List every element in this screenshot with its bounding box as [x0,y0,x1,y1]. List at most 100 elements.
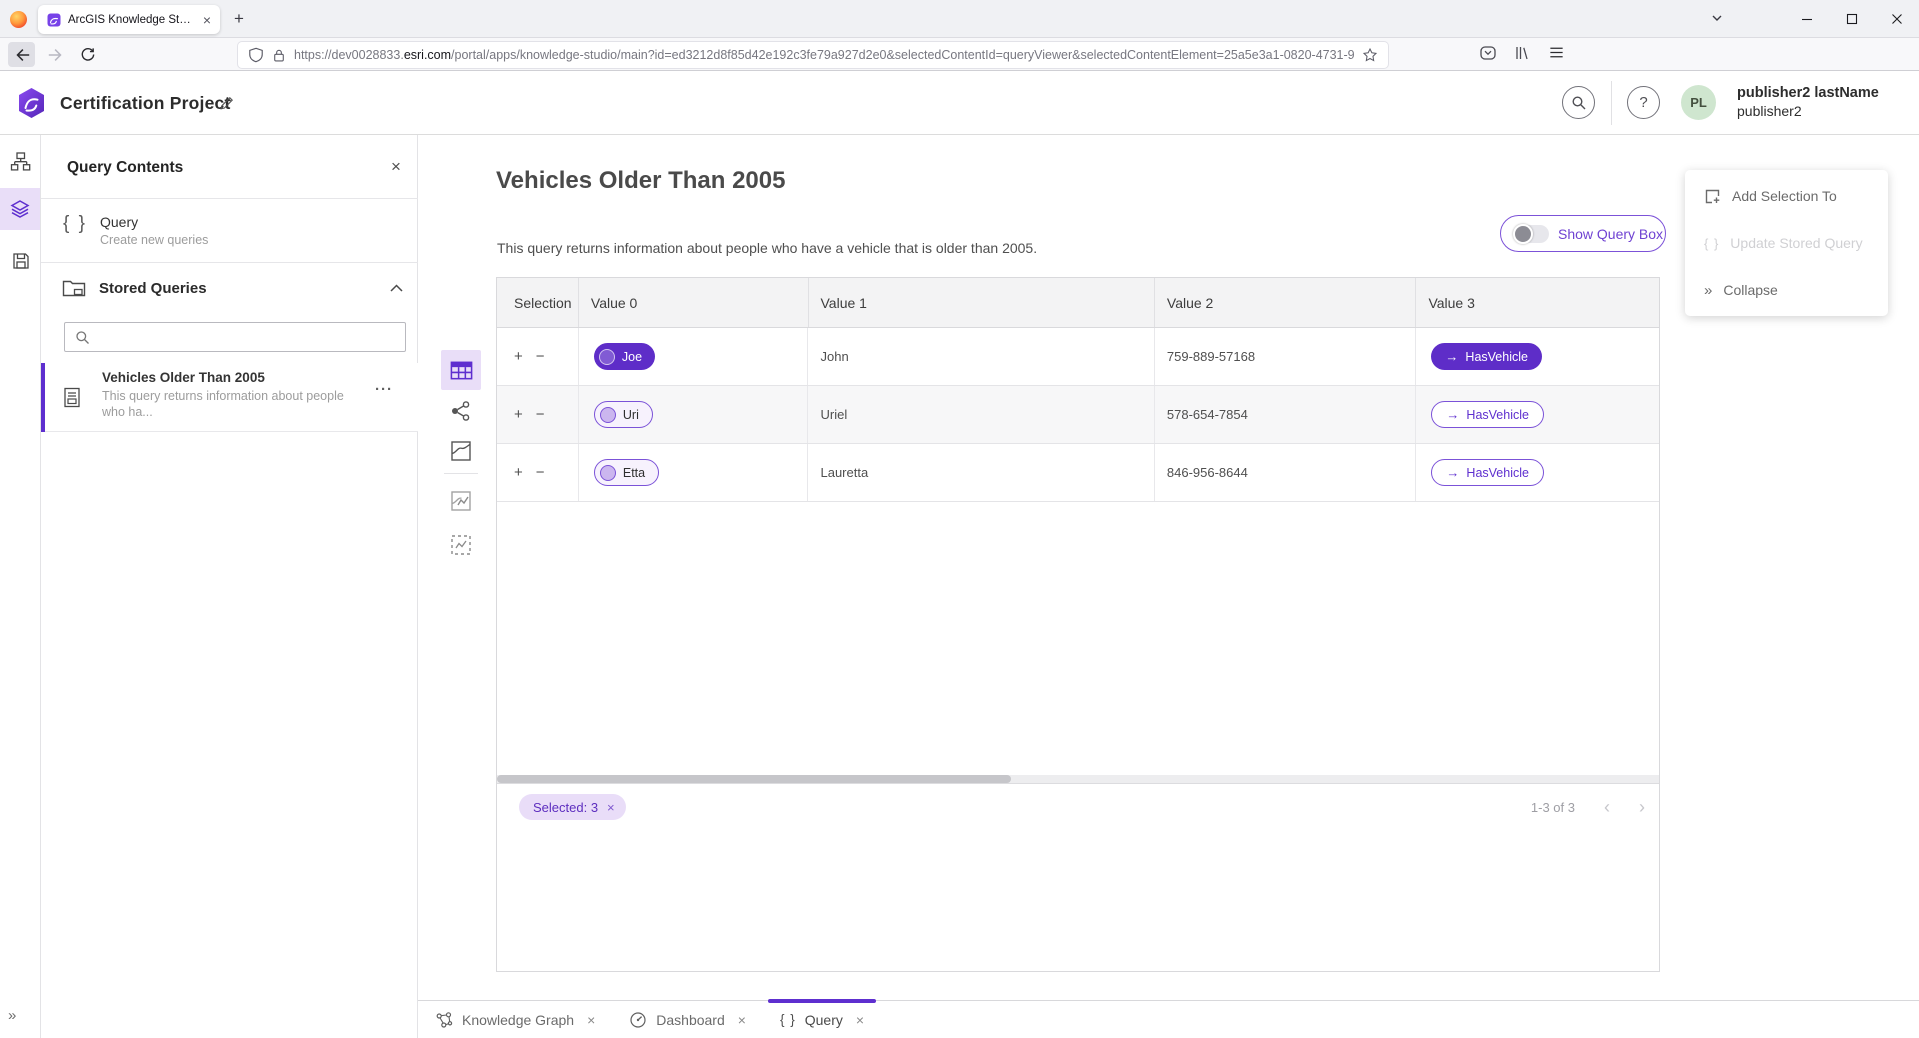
layers-tool-selected[interactable] [0,188,40,230]
tab-knowledge-graph[interactable]: Knowledge Graph × [418,1001,612,1038]
tab-close-icon[interactable]: × [738,1012,746,1028]
browser-navbar: https://dev0028833.esri.com/portal/apps/… [0,38,1919,71]
tab-close-icon[interactable]: × [203,13,211,27]
entity-chip[interactable]: Etta [594,459,659,486]
tab-close-icon[interactable]: × [856,1012,864,1028]
map-tool[interactable] [441,431,481,471]
previous-page-icon[interactable]: ‹ [1604,798,1610,816]
column-header-value3[interactable]: Value 3 [1416,278,1659,327]
table-row: +− Joe John 759-889-57168 →HasVehicle [497,328,1659,386]
forward-button[interactable] [42,42,69,67]
remove-from-selection-button[interactable]: − [536,465,545,480]
window-maximize-button[interactable] [1829,0,1874,37]
page-subtitle: This query returns information about peo… [497,240,1037,256]
show-query-box-toggle[interactable]: Show Query Box [1500,215,1666,252]
add-to-selection-button[interactable]: + [514,349,523,364]
window-minimize-button[interactable] [1784,0,1829,37]
cell-value1[interactable]: John [808,328,1154,385]
new-tab-button[interactable]: + [228,8,250,30]
tab-close-icon[interactable]: × [587,1012,595,1028]
relationship-chip[interactable]: →HasVehicle [1431,343,1542,370]
braces-icon: { } [1704,236,1719,251]
stored-query-item-selected[interactable]: Vehicles Older Than 2005 This query retu… [41,363,418,432]
back-button[interactable] [8,42,35,67]
help-button[interactable]: ? [1627,86,1660,119]
browser-tab[interactable]: ArcGIS Knowledge Studio × [38,5,220,34]
remove-from-selection-button[interactable]: − [536,349,545,364]
toggle-knob[interactable] [1513,224,1533,244]
refresh-button[interactable] [74,42,101,67]
selection-area-tool[interactable] [441,525,481,565]
library-icon[interactable] [1513,44,1531,62]
tab-dashboard[interactable]: Dashboard × [612,1001,763,1038]
table-actions-menu: Add Selection To { } Update Stored Query… [1685,170,1888,316]
table-row: +− Uri Uriel 578-654-7854 →HasVehicle [497,386,1659,444]
bookmark-star-icon[interactable] [1362,47,1378,63]
collapse-section-icon[interactable] [389,283,404,293]
save-icon[interactable] [9,249,32,272]
horizontal-scrollbar[interactable] [497,775,1659,783]
relationship-chip[interactable]: →HasVehicle [1431,401,1544,428]
relationship-chip[interactable]: →HasVehicle [1431,459,1544,486]
pocket-icon[interactable] [1479,44,1497,62]
column-header-value0[interactable]: Value 0 [579,278,809,327]
edit-title-icon[interactable] [219,95,235,111]
firefox-icon [10,11,27,28]
search-icon [75,330,90,345]
next-page-icon[interactable]: › [1639,798,1645,816]
menu-icon[interactable] [1548,44,1565,61]
layers-icon [9,198,31,220]
search-icon [1571,95,1587,111]
search-input[interactable] [98,330,405,345]
link-chart-tool[interactable] [441,391,481,431]
more-options-icon[interactable]: ··· [375,381,393,398]
entity-label: Joe [622,350,642,364]
toggle-track[interactable] [1514,225,1549,243]
entity-chip[interactable]: Uri [594,401,653,428]
query-item[interactable]: { } Query Create new queries [41,199,418,263]
window-close-button[interactable] [1874,0,1919,37]
cell-value1[interactable]: Lauretta [808,444,1154,501]
tab-query-active[interactable]: { } Query × [763,1001,881,1038]
data-model-icon[interactable] [9,150,32,173]
user-info[interactable]: publisher2 lastName publisher2 [1737,84,1879,120]
user-full-name: publisher2 lastName [1737,84,1879,102]
column-header-value2[interactable]: Value 2 [1155,278,1417,327]
search-button[interactable] [1562,86,1595,119]
column-header-selection[interactable]: Selection [497,278,579,327]
braces-icon: { } [780,1012,796,1027]
menu-item-label: Add Selection To [1732,188,1837,204]
cell-value2[interactable]: 578-654-7854 [1155,386,1417,443]
panel-close-icon[interactable]: × [391,157,401,177]
braces-icon: { } [63,213,87,235]
cell-value2[interactable]: 846-956-8644 [1155,444,1417,501]
cell-value1[interactable]: Uriel [808,386,1154,443]
add-to-selection-button[interactable]: + [514,465,523,480]
tab-label: Query [805,1012,843,1028]
cell-value2[interactable]: 759-889-57168 [1155,328,1417,385]
add-to-selection-button[interactable]: + [514,407,523,422]
menu-item-update-stored-query[interactable]: { } Update Stored Query [1685,221,1888,265]
user-username: publisher2 [1737,102,1879,120]
tracking-protection-shield-icon[interactable] [248,47,264,63]
list-tabs-icon[interactable] [1710,11,1724,25]
selected-count-chip[interactable]: Selected: 3 × [519,794,626,820]
column-header-value1[interactable]: Value 1 [809,278,1155,327]
entity-chip[interactable]: Joe [594,343,655,370]
table-icon [449,358,474,383]
remove-from-selection-button[interactable]: − [536,407,545,422]
menu-item-collapse[interactable]: » Collapse [1685,268,1888,312]
menu-item-add-selection-to[interactable]: Add Selection To [1685,174,1888,218]
stored-queries-search[interactable] [64,322,406,352]
add-selection-icon [1704,188,1721,205]
table-view-tool-selected[interactable] [441,350,481,390]
scrollbar-thumb[interactable] [497,775,1011,783]
avatar[interactable]: PL [1681,85,1716,120]
knowledge-graph-icon [435,1011,453,1029]
lock-icon[interactable] [272,48,286,63]
expand-rail-icon[interactable]: » [8,1007,16,1024]
map-selection-tool[interactable] [441,481,481,521]
clear-selection-icon[interactable]: × [607,800,615,815]
url-bar[interactable]: https://dev0028833.esri.com/portal/apps/… [238,42,1388,68]
table-header-row: Selection Value 0 Value 1 Value 2 Value … [497,278,1659,328]
